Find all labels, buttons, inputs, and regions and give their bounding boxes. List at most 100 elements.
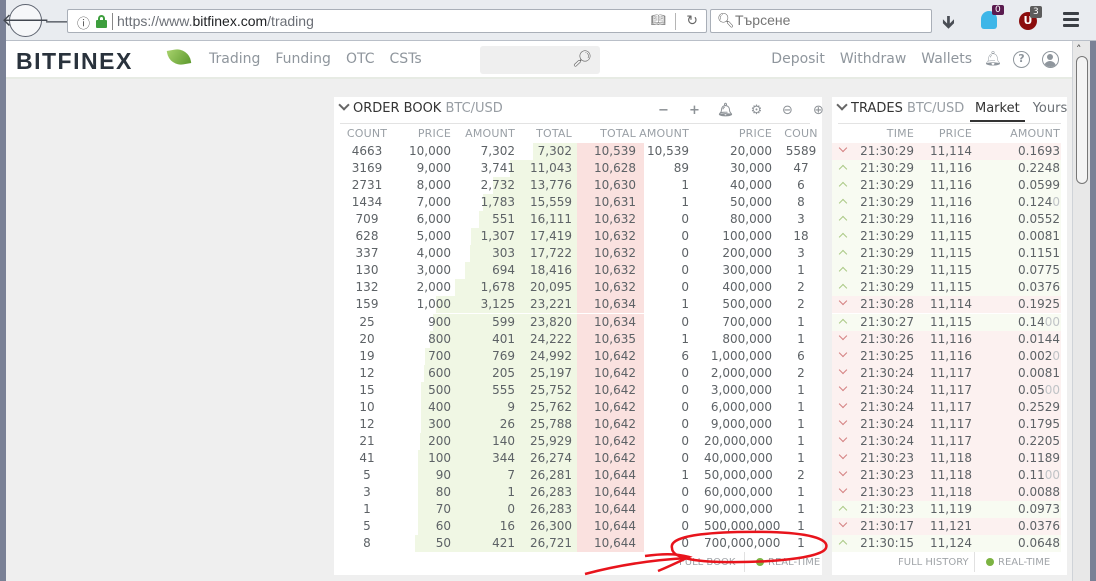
order-book-row[interactable]: 159 1,000 3,125 23,221 10,634 1 500,000 2 [334,296,822,314]
ask-price: 3,000,000 [710,382,772,397]
order-book-row[interactable]: 21 200 140 25,929 10,642 0 20,000,000 1 [334,432,822,450]
order-book-row[interactable]: 130 3,000 694 18,416 10,632 0 300,000 1 [334,262,822,280]
zoom-out-icon[interactable]: ⊖ [772,103,803,118]
lock-icon[interactable] [96,15,107,28]
help-icon[interactable]: ? [1013,51,1030,68]
trade-price: 11,115 [930,280,972,295]
nav-deposit[interactable]: Deposit [771,51,825,67]
url-text[interactable]: https://www.bitfinex.com/trading [117,13,314,29]
trade-amount: 0.2205 [1018,433,1060,448]
bid-count: 19 [359,348,375,363]
bid-price: 8,000 [416,178,451,193]
order-book-row[interactable]: 2731 8,000 2,732 13,776 10,630 1 40,000 6 [334,177,822,195]
ghostery-extension-icon[interactable]: 0 [981,5,1004,29]
order-book-row[interactable]: 3169 9,000 3,741 11,043 10,628 89 30,000 47 [334,160,822,178]
order-book-row[interactable]: 628 5,000 1,307 17,419 10,632 0 100,000 18 [334,228,822,246]
bid-total: 25,752 [530,382,572,397]
divider [340,123,810,124]
col-total-header: TOTAL [536,127,572,140]
ask-count: 1 [797,416,805,431]
gear-icon[interactable]: ⚙︎ [741,103,772,118]
trade-row: 21:30:29 11,115 0.0775 [832,262,1061,280]
nav-csts[interactable]: CSTs [389,51,421,67]
real-time-toggle[interactable]: REAL-TIME [756,557,820,568]
browser-toolbar: 🡐 🡒 ⓘ https://www.bitfinex.com/trading 📖… [1,0,1096,41]
reader-view-icon[interactable]: 📖︎ [651,13,666,27]
order-book-row[interactable]: 12 300 26 25,788 10,642 0 9,000,000 1 [334,415,822,433]
divider [744,552,745,572]
zoom-in-icon[interactable]: ⊕ [803,103,834,118]
reload-icon[interactable]: ↻ [686,12,698,29]
real-time-toggle[interactable]: REAL-TIME [986,557,1050,568]
info-icon[interactable]: ⓘ [77,13,90,32]
order-book-row[interactable]: 709 6,000 551 16,111 10,632 0 80,000 3 [334,211,822,229]
order-book-row[interactable]: 3 80 1 26,283 10,644 0 60,000,000 1 [334,484,822,501]
bitfinex-logo[interactable]: BITFINEX [16,48,133,75]
order-book-row[interactable]: 19 700 769 24,992 10,642 6 1,000,000 6 [334,347,822,365]
order-book-row[interactable]: 337 4,000 303 17,722 10,632 0 200,000 3 [334,245,822,263]
bid-price: 90 [435,467,451,482]
order-book-title[interactable]: ORDER BOOK BTC/USD [338,99,503,116]
scrollbar-thumb[interactable] [1076,56,1088,184]
address-bar[interactable]: ⓘ https://www.bitfinex.com/trading 📖︎ ↻ [67,9,707,33]
order-book-row[interactable]: 15 500 555 25,752 10,642 0 3,000,000 1 [334,381,822,399]
ask-total: 10,642 [594,450,636,465]
ask-total: 10,539 [594,144,636,158]
chevron-down-icon[interactable] [836,99,848,111]
nav-otc[interactable]: OTC [346,51,375,67]
site-search-input[interactable]: 🔍︎ [480,46,600,74]
chevron-down-icon[interactable] [338,99,350,111]
order-book-row[interactable]: 20 800 401 24,222 10,635 1 800,000 1 [334,330,822,348]
nav-withdraw[interactable]: Withdraw [840,51,906,67]
decrease-precision-icon[interactable]: − [648,103,679,118]
tab-market[interactable]: Market [970,101,1025,122]
ask-count: 8 [797,195,805,210]
nav-trading[interactable]: Trading [209,51,260,67]
ask-count: 3 [797,246,805,261]
full-history-link[interactable]: FULL HISTORY [898,557,969,568]
order-book-row[interactable]: 5 90 7 26,281 10,644 1 50,000,000 2 [334,466,822,484]
bell-icon[interactable]: 🔔︎ [984,51,1002,68]
arrow-down-icon [838,348,848,357]
browser-search-box[interactable]: 🔍︎ [710,9,932,33]
site-header: BITFINEX Trading Funding OTC CSTs 🔍︎ Dep… [6,41,1072,79]
order-book-row[interactable]: 1434 7,000 1,783 15,559 10,631 1 50,000 8 [334,194,822,212]
trade-time: 21:30:29 [860,195,914,210]
nav-wallets[interactable]: Wallets [921,51,972,67]
trade-time: 21:30:28 [860,297,914,312]
download-icon[interactable]: 🡻 [942,10,955,40]
order-book-row[interactable]: 41 100 344 26,274 10,642 0 40,000,000 1 [334,449,822,467]
user-avatar-icon[interactable] [1042,51,1059,68]
bid-price: 4,000 [416,246,451,261]
trades-title[interactable]: TRADES BTC/USD [836,99,964,116]
tab-yours[interactable]: Yours [1025,101,1073,122]
order-book-row[interactable]: 4663 10,000 7,302 7,302 10,539 10,539 20,000 55… [334,143,822,160]
order-book-row[interactable]: 132 2,000 1,678 20,095 10,632 0 400,000 2 [334,279,822,297]
full-book-link[interactable]: FULL BOOK [679,557,735,568]
arrow-down-icon [838,518,848,528]
bid-total: 24,222 [530,331,572,346]
order-book-row[interactable]: 10 400 9 25,762 10,642 0 6,000,000 1 [334,398,822,416]
ask-price: 30,000 [730,161,772,176]
order-book-row[interactable]: 1 70 0 26,283 10,644 0 90,000,000 1 [334,501,822,519]
nav-funding[interactable]: Funding [275,51,331,67]
back-button[interactable]: 🡐 [1,4,50,37]
page-scrollbar[interactable]: ˄ [1072,41,1090,581]
ask-amount: 0 [681,536,689,551]
order-book-row[interactable]: 25 900 599 23,820 10,634 0 700,000 1 [334,313,822,331]
increase-precision-icon[interactable]: + [679,103,710,118]
col-price-header: PRICE [738,127,772,140]
hamburger-menu-icon[interactable] [1063,12,1079,30]
order-book-row[interactable]: 8 50 421 26,721 10,644 0 700,000,000 1 [334,535,822,553]
ask-price: 700,000,000 [704,536,781,551]
order-book-row[interactable]: 5 60 16 26,300 10,644 0 500,000,000 1 [334,518,822,536]
order-book-row[interactable]: 12 600 205 25,197 10,642 0 2,000,000 2 [334,364,822,382]
scroll-up-icon[interactable]: ˄ [1076,43,1082,56]
arrow-up-icon [838,181,848,191]
bid-price: 10,000 [409,144,451,158]
browser-search-input[interactable] [735,12,925,28]
trade-time: 21:30:26 [860,331,914,346]
ublock-extension-icon[interactable]: U3 [1019,6,1042,30]
bell-icon[interactable]: 🔔︎ [710,103,741,118]
ask-price: 60,000,000 [704,485,773,499]
